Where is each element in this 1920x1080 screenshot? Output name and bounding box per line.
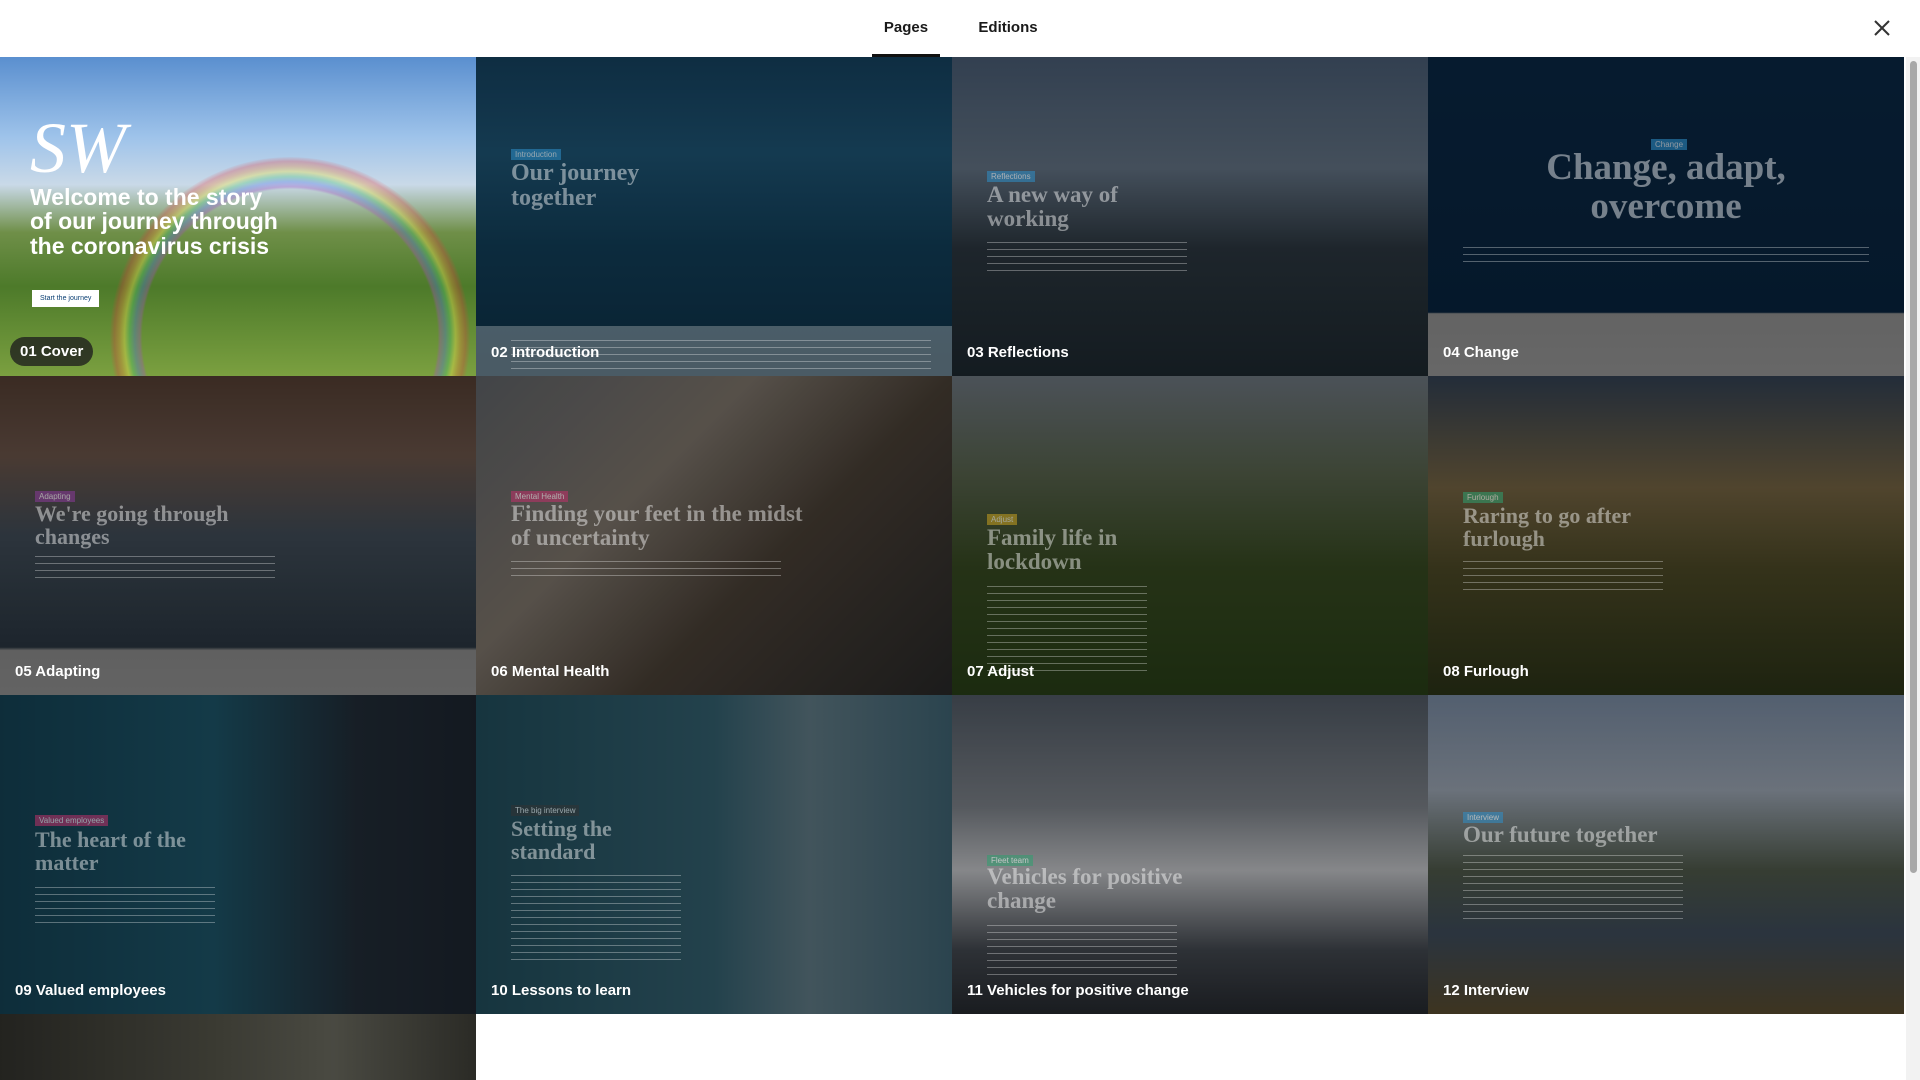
cover-headline: Welcome to the story of our journey thro…	[30, 184, 278, 259]
scrollbar-thumb[interactable]	[1910, 61, 1917, 873]
pages-grid: SW Welcome to the story of our journey t…	[0, 57, 1906, 1080]
page-thumbnail-mental-health[interactable]: Mental Health Finding your feet in the m…	[476, 376, 952, 695]
thumbnail-headline: Vehicles for positive change	[987, 864, 1183, 914]
scrollbar[interactable]	[1906, 57, 1920, 1080]
page-label: 03 Reflections	[967, 344, 1069, 361]
page-label: 04 Change	[1443, 344, 1519, 361]
thumbnail-headline: Finding your feet in the midst of uncert…	[511, 501, 803, 551]
thumbnail-tag: Adjust	[987, 514, 1018, 525]
page-label: 10 Lessons to learn	[491, 982, 632, 999]
thumbnail-headline: Our journey together	[511, 160, 640, 212]
thumbnail-tag: Reflections	[987, 171, 1035, 182]
thumbnail-headline: Change, adapt, overcome	[1546, 147, 1786, 227]
thumbnail-headline: Family life in lockdown	[987, 525, 1118, 575]
cover-logo: SW	[30, 108, 126, 188]
page-thumbnail-adapting[interactable]: Adapting We're going through changes 05 …	[0, 376, 476, 695]
tab-editions[interactable]: Editions	[974, 0, 1042, 57]
thumbnail-headline: We're going through changes	[35, 501, 229, 550]
page-thumbnail-furlough[interactable]: Furlough Raring to go after furlough 08 …	[1428, 376, 1904, 695]
page-thumbnail-reflections[interactable]: Reflections A new way of working 03 Refl…	[952, 57, 1428, 376]
tab-pages[interactable]: Pages	[872, 0, 940, 57]
page-label: 07 Adjust	[967, 663, 1034, 680]
thumbnail-headline: Our future together	[1463, 822, 1658, 847]
thumbnail-headline: The heart of the matter	[35, 827, 186, 876]
thumbnail-tag: Introduction	[511, 149, 561, 160]
thumbnail-headline: A new way of working	[987, 182, 1118, 232]
top-bar: Pages Editions	[0, 0, 1920, 57]
page-label: 06 Mental Health	[491, 663, 610, 680]
page-label: 02 Introduction	[491, 344, 600, 361]
page-thumbnail-introduction[interactable]: Introduction Our journey together 02 Int…	[476, 57, 952, 376]
thumbnail-headline: Setting the standard	[511, 816, 612, 865]
page-thumbnail-cover[interactable]: SW Welcome to the story of our journey t…	[0, 57, 476, 376]
page-label: 08 Furlough	[1443, 663, 1529, 680]
page-thumbnail-partial[interactable]	[0, 1014, 476, 1080]
page-thumbnail-lessons-to-learn[interactable]: The big interview Setting the standard 1…	[476, 695, 952, 1014]
thumbnail-headline: Raring to go after furlough	[1463, 503, 1631, 552]
thumbnail-tag: Valued employees	[35, 815, 109, 826]
page-label: 05 Adapting	[15, 663, 101, 680]
page-label: 09 Valued employees	[15, 982, 166, 999]
page-label: 01 Cover	[10, 337, 94, 366]
thumbnail-tag: The big interview	[511, 805, 580, 816]
close-icon[interactable]	[1868, 14, 1896, 42]
thumbnail-tag: Furlough	[1463, 492, 1503, 503]
page-thumbnail-adjust[interactable]: Adjust Family life in lockdown 07 Adjust	[952, 376, 1428, 695]
start-journey-button: Start the journey	[32, 290, 100, 307]
page-thumbnail-vehicles[interactable]: Fleet team Vehicles for positive change …	[952, 695, 1428, 1014]
page-label: 12 Interview	[1443, 982, 1529, 999]
page-thumbnail-valued-employees[interactable]: Valued employees The heart of the matter…	[0, 695, 476, 1014]
page-label: 11 Vehicles for positive change	[967, 982, 1189, 999]
page-thumbnail-interview[interactable]: Interview Our future together 12 Intervi…	[1428, 695, 1904, 1014]
page-thumbnail-change[interactable]: Change Change, adapt, overcome 04 Change	[1428, 57, 1904, 376]
